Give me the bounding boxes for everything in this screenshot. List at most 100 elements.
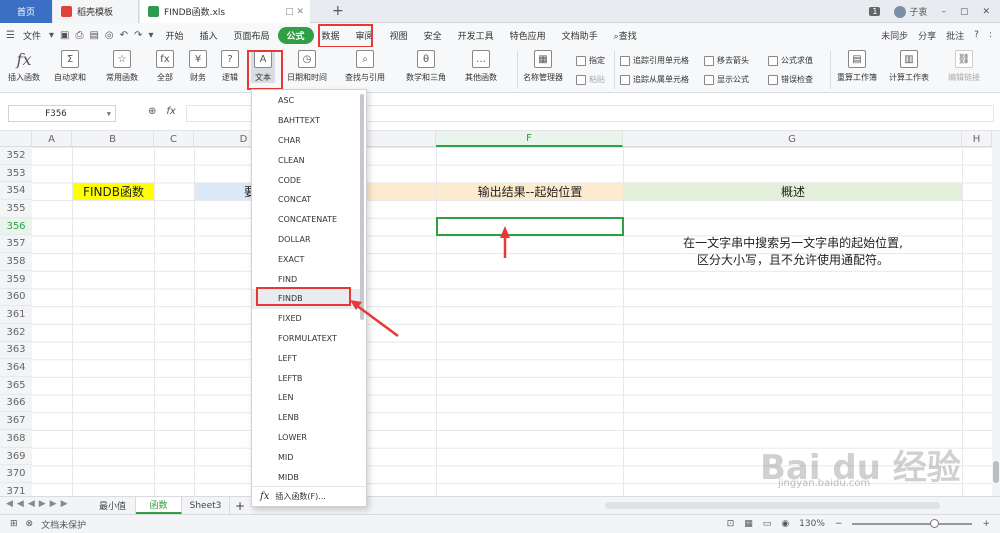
fx-button[interactable]: fx — [166, 106, 175, 117]
function-item-lenb[interactable]: LENB — [252, 408, 360, 428]
sheet-nav-arrows[interactable]: ◀◀◀▶▶▶ — [6, 499, 72, 509]
redo-icon[interactable]: ↷ — [134, 30, 142, 41]
menu-features[interactable]: 特色应用 — [502, 29, 554, 42]
accessibility-icon[interactable]: ⊞ — [10, 519, 18, 529]
function-item-dollar[interactable]: DOLLAR — [252, 230, 360, 250]
undo-icon[interactable]: ↶ — [120, 30, 128, 41]
menu-page-layout[interactable]: 页面布局 — [226, 29, 278, 42]
vertical-scroll-thumb[interactable] — [993, 461, 999, 483]
row-header[interactable]: 367 — [0, 412, 32, 430]
column-header-b[interactable]: B — [72, 131, 154, 147]
user-info[interactable]: 子衷 — [894, 5, 927, 19]
function-item-clean[interactable]: CLEAN — [252, 150, 360, 170]
preview-icon[interactable]: ◎ — [105, 30, 114, 41]
row-header[interactable]: 354 — [0, 182, 32, 201]
new-tab-button[interactable]: + — [332, 3, 344, 19]
row-header[interactable]: 353 — [0, 165, 32, 183]
sheet-tab-minimum[interactable]: 最小值 — [90, 497, 136, 514]
all-functions-button[interactable]: fx 全部 — [156, 50, 174, 83]
text-functions-button[interactable]: A 文本 — [251, 50, 275, 83]
common-functions-button[interactable]: ☆ 常用函数 — [106, 50, 138, 83]
column-header-f[interactable]: F — [436, 131, 623, 147]
menu-developer[interactable]: 开发工具 — [450, 29, 502, 42]
row-header[interactable]: 357 — [0, 235, 32, 254]
function-item-exact[interactable]: EXACT — [252, 249, 360, 269]
row-header[interactable]: 352 — [0, 147, 32, 165]
row-header[interactable]: 366 — [0, 395, 32, 413]
row-header[interactable]: 358 — [0, 253, 32, 271]
zoom-in-button[interactable]: + — [982, 519, 990, 529]
function-item-lower[interactable]: LOWER — [252, 428, 360, 448]
menu-file[interactable]: 文件 — [21, 29, 43, 42]
row-header[interactable]: 361 — [0, 306, 32, 324]
function-item-findb[interactable]: FINDB — [252, 289, 360, 309]
save-icon[interactable]: ▣ — [60, 30, 69, 41]
zoom-out-button[interactable]: − — [835, 519, 843, 529]
sheet-tab-functions[interactable]: 函数 — [136, 497, 182, 514]
row-header[interactable]: 364 — [0, 359, 32, 377]
trace-precedents-button[interactable]: 追踪引用单元格 — [620, 55, 689, 66]
zoom-slider[interactable] — [852, 519, 973, 528]
vertical-scrollbar[interactable] — [992, 131, 1000, 496]
function-item-asc[interactable]: ASC — [252, 91, 360, 111]
zoom-level[interactable]: 130% — [799, 519, 825, 529]
function-item-fixed[interactable]: FIXED — [252, 309, 360, 329]
function-item-formulatext[interactable]: FORMULATEXT — [252, 329, 360, 349]
edit-links-button[interactable]: ⛓ 编辑链接 — [948, 50, 980, 83]
math-button[interactable]: θ 数学和三角 — [406, 50, 446, 83]
zoom-icon[interactable]: ⊕ — [148, 106, 156, 117]
more-options-button[interactable]: : — [989, 30, 992, 40]
menu-data[interactable]: 数据 — [314, 29, 348, 42]
datetime-button[interactable]: ◷ 日期和时间 — [287, 50, 327, 83]
page-layout-view-icon[interactable]: ▦ — [744, 519, 753, 529]
horizontal-scrollbar[interactable] — [605, 502, 940, 509]
function-item-midb[interactable]: MIDB — [252, 467, 360, 487]
print-icon[interactable]: ▤ — [89, 30, 98, 41]
document-protect-status[interactable]: 文档未保护 — [41, 518, 86, 531]
row-header[interactable]: 370 — [0, 465, 32, 484]
function-item-concatenate[interactable]: CONCATENATE — [252, 210, 360, 230]
menu-doc-assistant[interactable]: 文档助手 — [554, 29, 606, 42]
autosum-button[interactable]: Σ 自动求和 — [54, 50, 86, 83]
finance-button[interactable]: ¥ 财务 — [189, 50, 207, 83]
sync-status[interactable]: 未同步 — [881, 29, 908, 42]
print-preview-icon[interactable]: ⎙ — [75, 30, 83, 41]
function-item-bahttext[interactable]: BAHTTEXT — [252, 111, 360, 131]
row-header[interactable]: 362 — [0, 324, 32, 342]
trace-dependents-button[interactable]: 追踪从属单元格 — [620, 74, 689, 85]
close-button[interactable]: ✕ — [982, 7, 990, 17]
paste-button[interactable]: 粘贴 — [576, 74, 605, 85]
insert-function-button[interactable]: fx 插入函数 — [8, 50, 40, 83]
function-item-find[interactable]: FIND — [252, 269, 360, 289]
insert-function-menu-item[interactable]: fx 插入函数(F)... — [252, 486, 366, 506]
cell-g354[interactable]: 概述 — [624, 182, 962, 200]
menu-view[interactable]: 视图 — [382, 29, 416, 42]
column-header-a[interactable]: A — [32, 131, 72, 147]
recalc-workbook-button[interactable]: ▤ 重算工作簿 — [837, 50, 877, 83]
specify-button[interactable]: 指定 — [576, 55, 605, 66]
select-all-corner[interactable] — [0, 131, 32, 147]
page-break-view-icon[interactable]: ▭ — [763, 519, 772, 529]
more-icon[interactable]: ▾ — [148, 30, 153, 41]
menu-review[interactable]: 审阅 — [348, 29, 382, 42]
reading-mode-icon[interactable]: ◉ — [781, 519, 789, 529]
cell-b354[interactable]: FINDB函数 — [73, 182, 154, 200]
menu-formulas[interactable]: 公式 — [277, 26, 314, 44]
normal-view-icon[interactable]: ⊡ — [727, 519, 735, 529]
minimize-button[interactable]: – — [941, 7, 946, 17]
menu-security[interactable]: 安全 — [416, 29, 450, 42]
column-header-h[interactable]: H — [962, 131, 992, 147]
row-header[interactable]: 368 — [0, 430, 32, 448]
share-button[interactable]: 分享 — [918, 29, 936, 42]
function-item-leftb[interactable]: LEFTB — [252, 368, 360, 388]
tab-template[interactable]: 稻壳模板 — [53, 0, 139, 23]
menu-home[interactable]: 开始 — [157, 29, 191, 42]
column-header-c[interactable]: C — [154, 131, 194, 147]
cell-f354[interactable]: 输出结果--起始位置 — [437, 182, 623, 200]
add-sheet-button[interactable]: + — [230, 497, 250, 514]
column-header-g[interactable]: G — [623, 131, 962, 147]
row-header[interactable]: 356 — [0, 217, 32, 236]
tab-home[interactable]: 首页 — [0, 0, 52, 23]
function-item-len[interactable]: LEN — [252, 388, 360, 408]
row-header[interactable]: 359 — [0, 271, 32, 289]
